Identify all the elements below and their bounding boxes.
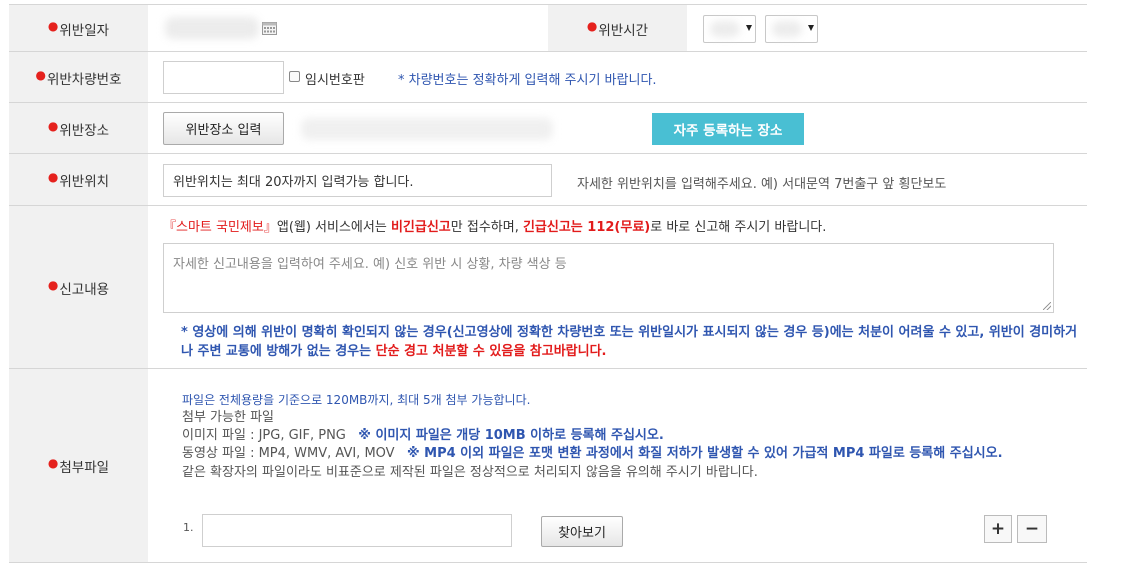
temp-plate-checkbox[interactable] [289, 71, 300, 82]
required-dot-icon: ● [47, 277, 59, 292]
row-attachments: ● 첨부파일 파일은 전체용량을 기준으로 120MB까지, 최대 5개 첨부 … [9, 368, 1087, 563]
report-content-textarea[interactable]: 자세한 신고내용을 입력하여 주세요. 예) 신호 위반 시 상황, 차량 색상… [163, 243, 1054, 313]
label-violation-date: ● 위반일자 [9, 5, 148, 52]
report-warning: * 영상에 의해 위반이 명확히 확인되지 않는 경우(신고영상에 정확한 차량… [181, 325, 1078, 359]
chevron-down-icon [808, 25, 814, 31]
plus-icon[interactable]: + [984, 515, 1012, 543]
location-input[interactable]: 위반위치는 최대 20자까지 입력가능 합니다. [163, 164, 552, 197]
required-dot-icon: ● [35, 67, 46, 82]
date-input[interactable] [165, 17, 259, 39]
required-dot-icon: ● [47, 455, 59, 470]
attachment-info: 파일은 전체용량을 기준으로 120MB까지, 최대 5개 첨부 가능합니다. … [182, 393, 1003, 480]
vehicle-notice: * 차량번호는 정확하게 입력해 주시기 바랍니다. [398, 73, 657, 88]
label-vehicle-number: ● 위반차량번호 [9, 52, 148, 103]
calendar-icon[interactable] [262, 20, 277, 35]
required-dot-icon: ● [47, 18, 59, 33]
location-hint: 자세한 위반위치를 입력해주세요. 예) 서대문역 7번출구 앞 횡단보도 [577, 177, 947, 192]
minute-select[interactable] [765, 15, 818, 43]
chevron-down-icon [746, 25, 752, 31]
minus-icon[interactable]: − [1017, 515, 1047, 543]
required-dot-icon: ● [47, 118, 59, 133]
vehicle-number-input[interactable] [163, 61, 284, 94]
favorite-places-button[interactable]: 자주 등록하는 장소 [652, 113, 804, 145]
row-violation-location: ● 위반위치 위반위치는 최대 20자까지 입력가능 합니다. 자세한 위반위치… [9, 153, 1087, 206]
row-violation-date: ● 위반일자 ● 위반시간 [9, 4, 1087, 52]
label-report-content: ● 신고내용 [9, 206, 148, 369]
label-violation-location: ● 위반위치 [9, 154, 148, 206]
row-report-content: ● 신고내용 『스마트 국민제보』앱(웹) 서비스에서는 비긴급신고만 접수하며… [9, 205, 1087, 369]
label-violation-time: ● 위반시간 [548, 5, 687, 52]
browse-button[interactable]: 찾아보기 [541, 516, 623, 547]
row-vehicle-number: ● 위반차량번호 임시번호판 * 차량번호는 정확하게 입력해 주시기 바랍니다… [9, 51, 1087, 103]
file-path-input[interactable] [202, 514, 512, 547]
row-violation-place: ● 위반장소 위반장소 입력 자주 등록하는 장소 [9, 102, 1087, 154]
label-violation-place: ● 위반장소 [9, 103, 148, 154]
hour-select[interactable] [703, 15, 756, 43]
file-index: 1. [183, 521, 194, 534]
required-dot-icon: ● [47, 170, 59, 184]
label-attachments: ● 첨부파일 [9, 369, 148, 562]
required-dot-icon: ● [586, 18, 598, 33]
temp-plate-label: 임시번호판 [305, 73, 365, 88]
resize-grip-icon[interactable] [1043, 302, 1051, 310]
place-input-button[interactable]: 위반장소 입력 [163, 112, 284, 145]
place-value [301, 118, 553, 140]
report-notice: 『스마트 국민제보』앱(웹) 서비스에서는 비긴급신고만 접수하며, 긴급신고는… [163, 220, 827, 235]
